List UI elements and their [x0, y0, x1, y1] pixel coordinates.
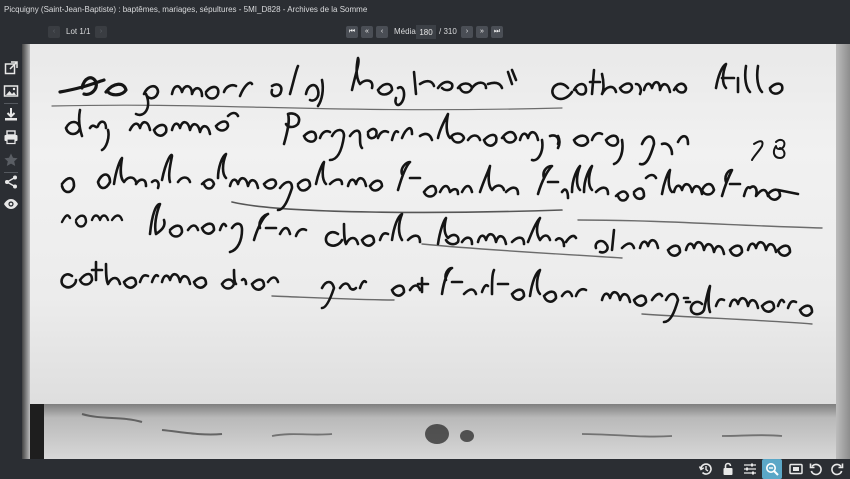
star-icon[interactable]: [3, 152, 19, 168]
lot-label: Lot 1/1: [66, 27, 91, 36]
share-icon[interactable]: [3, 174, 19, 190]
lock-icon[interactable]: [720, 461, 736, 477]
fit-screen-icon[interactable]: [788, 461, 804, 477]
left-sidebar: [0, 44, 22, 459]
download-icon[interactable]: [3, 106, 19, 122]
media-page-input[interactable]: [416, 25, 436, 39]
image-icon[interactable]: [3, 83, 19, 99]
lot-prev-button[interactable]: ‹: [48, 26, 60, 38]
external-link-icon[interactable]: [3, 60, 19, 76]
media-label: Média: [394, 27, 416, 36]
rotate-right-icon[interactable]: [829, 461, 845, 477]
sidebar-divider: [4, 172, 18, 173]
rotate-left-icon[interactable]: [808, 461, 824, 477]
lot-next-button[interactable]: ›: [95, 26, 107, 38]
next-ten-button[interactable]: »: [476, 26, 488, 38]
sliders-icon[interactable]: [742, 461, 758, 477]
next-page-button[interactable]: ›: [461, 26, 473, 38]
print-icon[interactable]: [3, 129, 19, 145]
bottom-toolbar: [0, 459, 850, 479]
history-icon[interactable]: [698, 461, 714, 477]
prev-ten-button[interactable]: «: [361, 26, 373, 38]
sidebar-divider: [4, 103, 18, 104]
first-page-button[interactable]: ⏮: [346, 26, 358, 38]
handwritten-entry: [51, 56, 823, 444]
document-viewer[interactable]: [22, 44, 850, 459]
zoom-icon[interactable]: [762, 459, 782, 479]
archive-viewer: Picquigny (Saint-Jean-Baptiste) : baptêm…: [0, 0, 850, 479]
window-title: Picquigny (Saint-Jean-Baptiste) : baptêm…: [0, 0, 850, 20]
last-page-button[interactable]: ⏭: [491, 26, 503, 38]
navigation-toolbar: ‹ Lot 1/1 › ⏮ « ‹ Média / 310 › » ⏭: [0, 22, 850, 44]
media-total: / 310: [439, 27, 457, 36]
prev-page-button[interactable]: ‹: [376, 26, 388, 38]
eye-icon[interactable]: [3, 196, 19, 212]
